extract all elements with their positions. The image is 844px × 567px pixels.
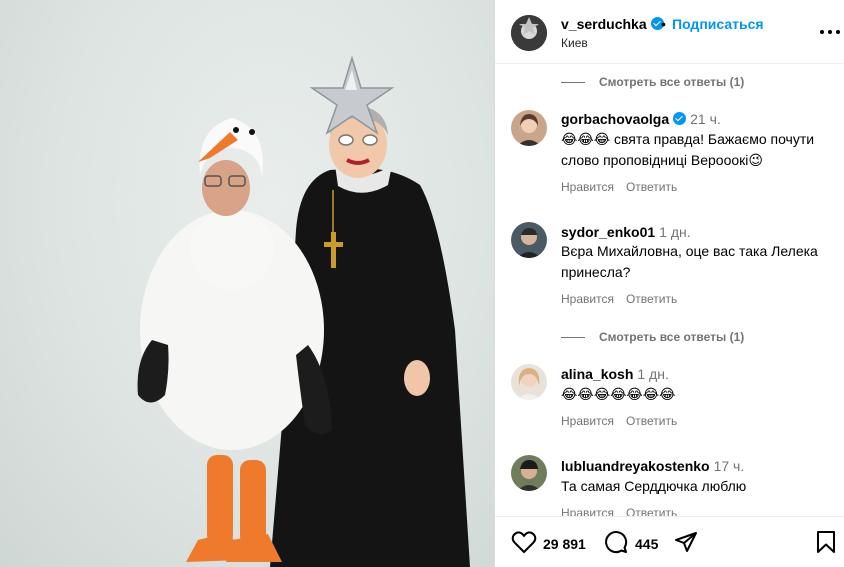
comment-reply-button[interactable]: Ответить	[626, 292, 677, 306]
post-actions-bar: 29 891 445	[495, 516, 844, 567]
comment-reply-button[interactable]: Ответить	[626, 414, 677, 428]
comment-like-button[interactable]: Нравится	[561, 292, 614, 306]
bookmark-icon[interactable]	[815, 530, 837, 554]
comment-reply-button[interactable]: Ответить	[626, 506, 677, 516]
comment-actions: Нравится Ответить	[561, 414, 689, 428]
comment-count[interactable]: 445	[635, 536, 658, 552]
comment-username-text[interactable]: sydor_enko01	[561, 224, 655, 240]
comment-text: 😂😂😂 свята правда! Бажаємо почути слово п…	[561, 131, 815, 168]
comment-actions: Нравится Ответить	[561, 292, 689, 306]
comment-time[interactable]: 21 ч.	[690, 111, 721, 127]
view-replies-button[interactable]: Смотреть все ответы (1)	[561, 75, 744, 89]
send-icon[interactable]	[674, 530, 698, 554]
comment-username[interactable]: alina_kosh 1 дн.	[561, 366, 669, 382]
header-separator: •	[661, 16, 666, 32]
comment-avatar[interactable]	[511, 364, 547, 400]
comment-avatar[interactable]	[511, 222, 547, 258]
comment-username[interactable]: gorbachovaolga 21 ч.	[561, 111, 721, 127]
comment-avatar[interactable]	[511, 110, 547, 146]
comment-time[interactable]: 1 дн.	[659, 224, 690, 240]
comment-like-button[interactable]: Нравится	[561, 180, 614, 194]
comment-username[interactable]: lubluandreyakostenko 17 ч.	[561, 458, 744, 474]
comment-username-text[interactable]: alina_kosh	[561, 366, 633, 382]
comment-reply-button[interactable]: Ответить	[626, 180, 677, 194]
author-username-text[interactable]: v_serduchka	[561, 16, 647, 32]
comment-username-text[interactable]: lubluandreyakostenko	[561, 458, 710, 474]
comments-panel: v_serduchka • Подписаться Киев Смотреть …	[495, 0, 844, 567]
author-username[interactable]: v_serduchka	[561, 16, 664, 32]
verified-badge-icon	[673, 112, 687, 125]
post-location[interactable]: Киев	[561, 36, 588, 50]
comment-text: Вєра Михайловна, оце вас така Лелека при…	[561, 243, 818, 280]
like-count[interactable]: 29 891	[543, 536, 586, 552]
comment-actions: Нравится Ответить	[561, 506, 689, 516]
comment-text: Та самая Серддючка люблю	[561, 478, 747, 494]
view-replies-label[interactable]: Смотреть все ответы (1)	[599, 330, 744, 344]
photo-illustration	[137, 55, 470, 567]
comment-time[interactable]: 1 дн.	[637, 366, 668, 382]
replies-line	[561, 82, 585, 84]
follow-button[interactable]: Подписаться	[672, 16, 764, 32]
comments-list[interactable]: Смотреть все ответы (1) gorbachovaolga 21…	[495, 64, 844, 516]
replies-line	[561, 337, 585, 339]
comment-avatar[interactable]	[511, 455, 547, 491]
post-photo[interactable]	[0, 0, 494, 567]
comment-username[interactable]: sydor_enko01 1 дн.	[561, 224, 691, 240]
post-header: v_serduchka • Подписаться Киев	[495, 0, 844, 64]
view-replies-button[interactable]: Смотреть все ответы (1)	[561, 330, 744, 344]
view-replies-label[interactable]: Смотреть все ответы (1)	[599, 75, 744, 89]
comment-icon[interactable]	[604, 530, 628, 554]
comment-username-text[interactable]: gorbachovaolga	[561, 111, 669, 127]
comment-time[interactable]: 17 ч.	[714, 458, 745, 474]
comment-text: 😂😂😂😂😂😂😂	[561, 386, 676, 402]
more-options-icon[interactable]	[820, 30, 840, 36]
comment-like-button[interactable]: Нравится	[561, 414, 614, 428]
comment-actions: Нравится Ответить	[561, 180, 689, 194]
author-avatar[interactable]	[511, 15, 547, 51]
post-dialog: v_serduchka • Подписаться Киев Смотреть …	[0, 0, 844, 567]
comment-like-button[interactable]: Нравится	[561, 506, 614, 516]
heart-icon[interactable]	[511, 530, 537, 554]
